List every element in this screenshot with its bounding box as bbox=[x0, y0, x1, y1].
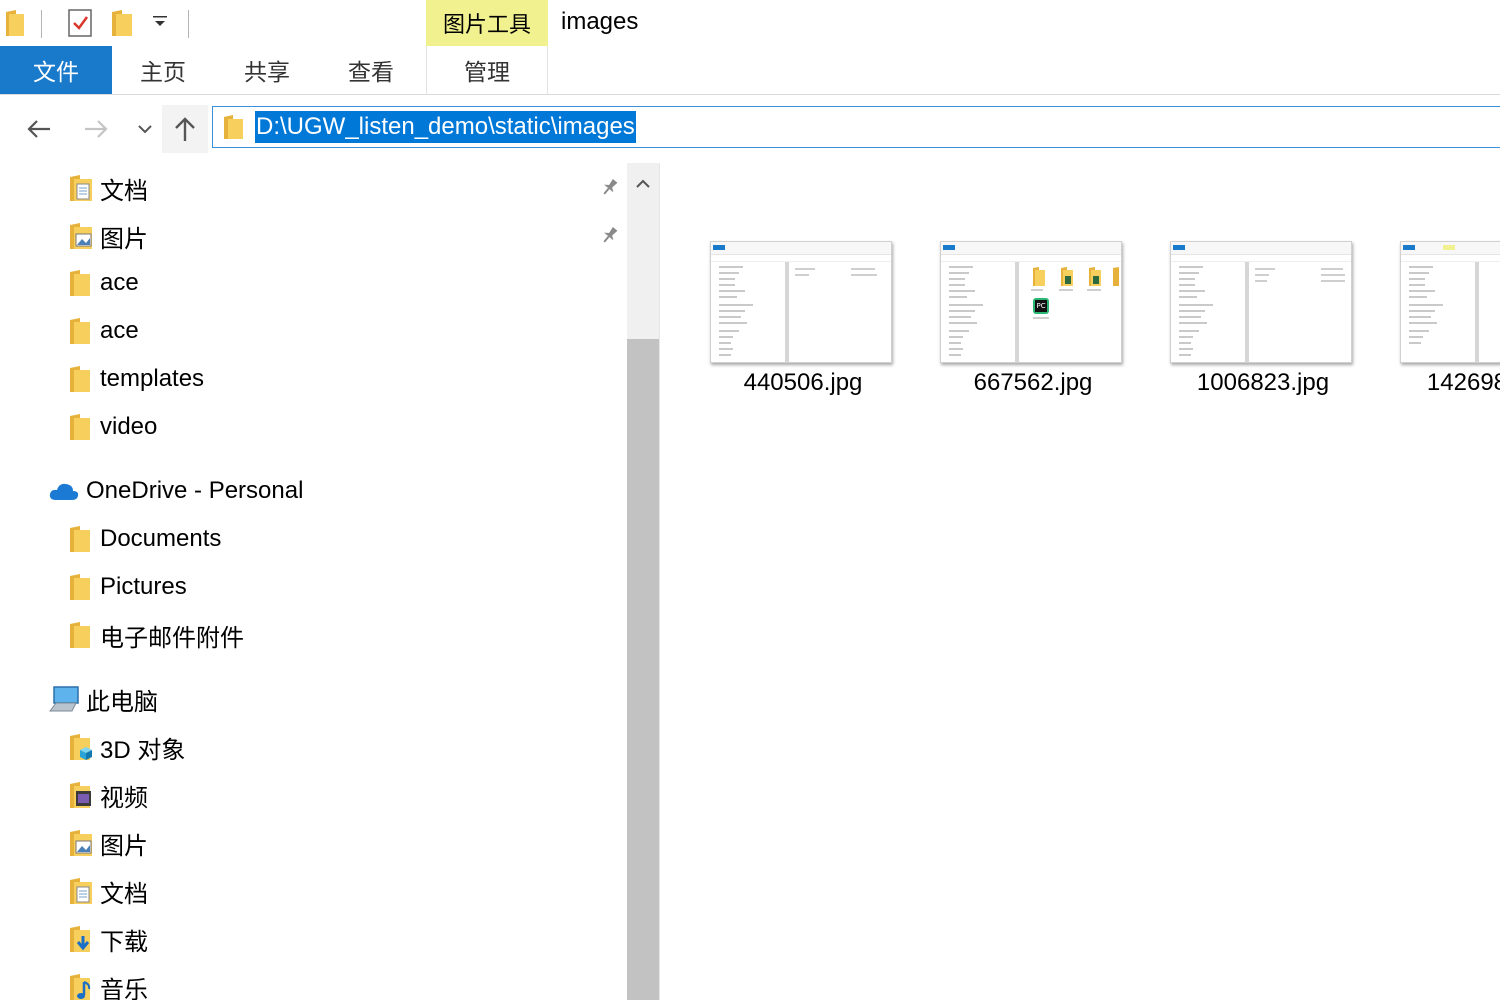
navigation-pane-scrollbar[interactable] bbox=[627, 163, 659, 1000]
nav-item-label: 此电脑 bbox=[86, 688, 158, 716]
file-name: 440506.jpg bbox=[743, 369, 863, 396]
nav-item-documents[interactable]: 文档 bbox=[68, 868, 148, 914]
address-toolbar: D:\UGW_listen_demo\static\images bbox=[0, 95, 1500, 163]
folder-icon bbox=[68, 620, 94, 650]
nav-item-folder[interactable]: 电子邮件附件 bbox=[68, 612, 244, 658]
file-name: 1006823.jpg bbox=[1196, 369, 1330, 396]
forward-button[interactable] bbox=[78, 111, 114, 147]
arrow-up-icon bbox=[175, 117, 195, 141]
pin-icon[interactable] bbox=[598, 223, 622, 251]
svg-text:PC: PC bbox=[1037, 302, 1046, 310]
file-name: 1426985.jpg bbox=[1426, 369, 1500, 396]
file-item[interactable]: 1006823.jpg bbox=[1148, 241, 1364, 421]
image-thumbnail: PC bbox=[940, 241, 1122, 363]
folder-icon bbox=[68, 268, 94, 298]
nav-item-folder[interactable]: video bbox=[68, 404, 157, 450]
folder-icon bbox=[68, 316, 94, 346]
downloads-folder-icon bbox=[68, 924, 94, 954]
tab-home[interactable]: 主页 bbox=[122, 46, 204, 94]
properties-icon[interactable] bbox=[66, 8, 94, 42]
nav-item-label: 图片 bbox=[100, 832, 148, 860]
arrow-right-icon bbox=[85, 120, 108, 138]
nav-item-downloads[interactable]: 下载 bbox=[68, 916, 148, 962]
tab-file[interactable]: 文件 bbox=[0, 46, 112, 94]
nav-item-label: Pictures bbox=[100, 573, 187, 600]
up-one-level-button[interactable] bbox=[162, 105, 208, 153]
toolbar-separator bbox=[188, 10, 189, 38]
nav-item-pictures[interactable]: 图片 bbox=[68, 820, 148, 866]
image-thumbnail bbox=[710, 241, 892, 363]
nav-item-label: 文档 bbox=[100, 177, 148, 205]
folder-icon bbox=[68, 524, 94, 554]
nav-item-label: 视频 bbox=[100, 784, 148, 812]
pin-icon[interactable] bbox=[598, 175, 622, 203]
nav-item-folder[interactable]: templates bbox=[68, 356, 204, 402]
nav-item-3d-objects[interactable]: 3D 对象 bbox=[68, 724, 185, 770]
nav-item-label: 电子邮件附件 bbox=[100, 624, 244, 652]
address-input[interactable]: D:\UGW_listen_demo\static\images bbox=[212, 106, 1500, 148]
window-title: images bbox=[561, 8, 639, 35]
folder-icon bbox=[68, 572, 94, 602]
tab-manage[interactable]: 管理 bbox=[426, 46, 548, 94]
image-thumbnail bbox=[1170, 241, 1352, 363]
file-item[interactable]: 1426985.jpg bbox=[1378, 241, 1500, 421]
folder-icon bbox=[68, 412, 94, 442]
nav-item-folder[interactable]: Documents bbox=[68, 516, 221, 562]
nav-item-label: 下载 bbox=[100, 928, 148, 956]
nav-item-label: 音乐 bbox=[100, 976, 148, 1000]
picture-tools-group-header: 图片工具 bbox=[426, 0, 548, 46]
computer-icon bbox=[48, 684, 80, 714]
tab-view[interactable]: 查看 bbox=[330, 46, 412, 94]
nav-item-pictures-quick[interactable]: 图片 bbox=[68, 213, 148, 259]
address-path-text: D:\UGW_listen_demo\static\images bbox=[255, 111, 636, 143]
nav-item-label: 图片 bbox=[100, 225, 148, 253]
chevron-down-icon bbox=[138, 125, 152, 134]
file-item[interactable]: PC 667562.jpg bbox=[918, 241, 1134, 421]
nav-item-this-pc[interactable]: 此电脑 bbox=[48, 676, 158, 722]
onedrive-cloud-icon bbox=[48, 476, 80, 506]
nav-item-label: 文档 bbox=[100, 880, 148, 908]
nav-item-documents-quick[interactable]: 文档 bbox=[68, 165, 148, 211]
ribbon-tab-bar: 文件 主页 共享 查看 管理 bbox=[0, 46, 1500, 95]
tab-share[interactable]: 共享 bbox=[226, 46, 308, 94]
navigation-pane: 文档 图片 ace ace templates video OneDrive -… bbox=[0, 163, 626, 1000]
3d-objects-icon bbox=[68, 732, 94, 762]
videos-folder-icon bbox=[68, 780, 94, 810]
pictures-folder-icon bbox=[68, 221, 94, 251]
nav-item-folder[interactable]: ace bbox=[68, 260, 139, 306]
nav-item-label: Documents bbox=[100, 525, 222, 552]
toolbar-separator bbox=[41, 10, 42, 38]
file-item[interactable]: 440506.jpg bbox=[688, 241, 904, 421]
nav-item-folder[interactable]: Pictures bbox=[68, 564, 187, 610]
music-folder-icon bbox=[68, 972, 94, 1000]
nav-item-onedrive[interactable]: OneDrive - Personal bbox=[48, 468, 303, 514]
customize-qat-dropdown-icon[interactable] bbox=[150, 14, 170, 34]
nav-item-videos[interactable]: 视频 bbox=[68, 772, 148, 818]
title-bar: 图片工具 images bbox=[0, 0, 1500, 46]
nav-item-folder[interactable]: ace bbox=[68, 308, 139, 354]
recent-locations-button[interactable] bbox=[127, 111, 163, 147]
folder-icon bbox=[223, 114, 245, 144]
nav-item-label: ace bbox=[100, 317, 139, 344]
folder-icon[interactable] bbox=[4, 8, 26, 42]
new-folder-icon[interactable] bbox=[110, 8, 134, 42]
pictures-folder-icon bbox=[68, 828, 94, 858]
nav-item-label: OneDrive - Personal bbox=[86, 477, 304, 504]
image-thumbnail bbox=[1400, 241, 1500, 363]
file-list-view: 440506.jpg PC 667562.jpg 1006823.jpg 142… bbox=[664, 163, 1500, 1000]
nav-item-label: ace bbox=[100, 269, 139, 296]
scrollbar-thumb[interactable] bbox=[627, 339, 659, 1000]
file-name: 667562.jpg bbox=[973, 369, 1093, 396]
documents-folder-icon bbox=[68, 876, 94, 906]
nav-item-label: video bbox=[100, 413, 158, 440]
nav-item-label: templates bbox=[100, 365, 205, 392]
nav-item-music[interactable]: 音乐 bbox=[68, 964, 148, 1000]
folder-icon bbox=[68, 364, 94, 394]
documents-folder-icon bbox=[68, 173, 94, 203]
arrow-left-icon bbox=[27, 120, 50, 138]
nav-item-label: 3D 对象 bbox=[100, 736, 186, 764]
scroll-up-arrow-icon[interactable] bbox=[635, 175, 651, 194]
back-button[interactable] bbox=[21, 111, 57, 147]
